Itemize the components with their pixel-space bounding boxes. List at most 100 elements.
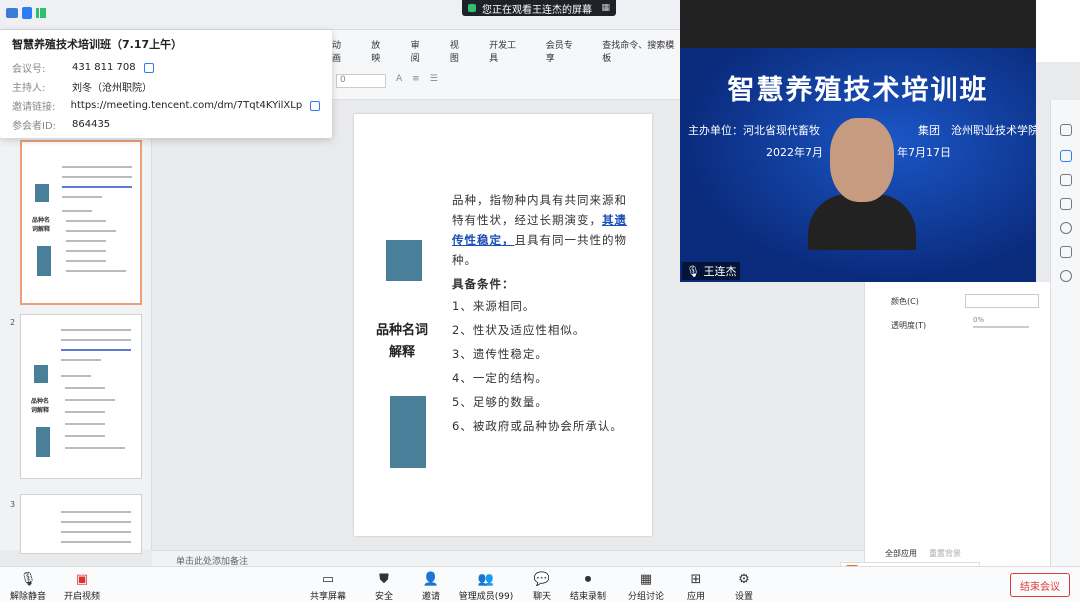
condition-item: 2、性状及适应性相似。 (452, 323, 586, 337)
ribbon-menu: 动画 放映 审阅 视图 开发工具 会员专享 查找命令、搜索模板 (332, 30, 680, 64)
thumb-line (62, 186, 132, 188)
slide-number: 2 (10, 318, 16, 327)
end-meeting-button[interactable]: 结束会议 (1010, 573, 1070, 597)
copy-icon[interactable] (143, 62, 154, 73)
menu-slideshow[interactable]: 放映 (371, 38, 388, 64)
list-icon[interactable]: ☰ (430, 74, 438, 88)
chat-label: 聊天 (532, 592, 551, 602)
wps-ribbon: 动画 放映 审阅 视图 开发工具 会员专享 查找命令、搜索模板 0 A ≡ ☰ (332, 30, 680, 100)
thumb-line (62, 210, 92, 212)
conditions-label: 具备条件： (452, 277, 515, 291)
thumb-line (66, 270, 126, 272)
mute-label: 解除静音 (9, 592, 46, 602)
members-icon: 👥 (477, 571, 495, 587)
tool-icon[interactable] (1060, 246, 1072, 258)
menu-member[interactable]: 会员专享 (546, 38, 581, 64)
add-user-icon: 👤 (422, 571, 440, 587)
thumb-line (62, 176, 132, 178)
slide-block-line (386, 281, 422, 284)
signal-icon (36, 8, 46, 18)
mute-button[interactable]: 🎙 解除静音 (0, 571, 56, 602)
location-icon[interactable] (1060, 270, 1072, 282)
color-row: 颜色(C) (891, 296, 919, 307)
video-organizer-b: 集团 沧州职业技术学院 (918, 124, 1036, 137)
members-label: 管理成员(99) (458, 592, 514, 602)
stop-recording-button[interactable]: ⏺ 结束录制 (560, 571, 616, 602)
slide-block-icon (386, 240, 422, 284)
color-label: 颜色(C) (891, 297, 919, 306)
video-label: 开启视频 (63, 592, 100, 602)
speaker-video[interactable]: 智慧养殖技术培训班 主办单位：河北省现代畜牧 集团 沧州职业技术学院 2022年7… (680, 0, 1036, 282)
manage-members-button[interactable]: 👥 管理成员(99) (456, 571, 516, 602)
thumb-line (61, 349, 131, 351)
record-icon: ⏺ (584, 571, 592, 587)
slide-thumb-2[interactable]: 品种名 词解释 (20, 314, 142, 479)
mic-off-icon: 🎙 (19, 571, 37, 587)
tool-icon[interactable] (1060, 198, 1072, 210)
menu-animation[interactable]: 动画 (332, 38, 349, 64)
thumb-line (65, 399, 115, 401)
slide-intro: 品种，指物种内具有共同来源和特有性状，经过长期演变， (452, 193, 627, 227)
share-screen-button[interactable]: ▭ 共享屏幕 (300, 571, 356, 602)
thumb-title: 品种名 词解释 (32, 217, 51, 233)
speaker-figure (808, 116, 916, 250)
condition-item: 3、遗传性稳定。 (452, 347, 548, 361)
invite-button[interactable]: 👤 邀请 (403, 571, 459, 602)
menu-developer[interactable]: 开发工具 (489, 38, 524, 64)
invite-link-row: 邀请链接: https://meeting.tencent.com/dm/7Tq… (12, 96, 320, 115)
meeting-id-row: 会议号: 431 811 708 (12, 58, 320, 77)
share-label: 共享屏幕 (309, 592, 346, 602)
thumb-block (37, 246, 51, 276)
host-row: 主持人: 刘冬（沧州职院） (12, 83, 152, 94)
reset-background-button[interactable]: 重置背景 (929, 548, 961, 559)
align-icon[interactable]: ≡ (412, 74, 420, 88)
menu-view[interactable]: 视图 (450, 38, 467, 64)
speaker-name-tag: 🎙 王连杰 (682, 262, 741, 280)
notes-area[interactable]: 单击此处添加备注 (152, 550, 864, 567)
security-label: 安全 (374, 592, 393, 602)
gear-icon: ⚙ (738, 571, 750, 587)
transparency-row: 透明度(T) (891, 320, 926, 331)
thumb-line (65, 435, 105, 437)
color-select[interactable] (965, 294, 1039, 308)
transparency-slider[interactable] (973, 326, 1029, 328)
video-button[interactable]: ▣ 开启视频 (54, 571, 110, 602)
thumb-line (66, 260, 106, 262)
breakout-button[interactable]: ▦ 分组讨论 (618, 571, 674, 602)
copy-icon[interactable] (310, 100, 320, 111)
shield-icon (22, 7, 32, 19)
video-top-bar (680, 0, 1036, 48)
video-organizer-a: 主办单位：河北省现代畜牧 (688, 124, 820, 137)
tool-icon[interactable] (1060, 174, 1072, 186)
condition-item: 1、来源相同。 (452, 299, 536, 313)
grid-icon[interactable]: ▦ (601, 3, 610, 13)
apply-all-button[interactable]: 全部应用 (885, 548, 917, 559)
font-size-select[interactable]: 0 (336, 74, 386, 88)
search-command[interactable]: 查找命令、搜索模板 (602, 38, 680, 64)
slide-thumb-3[interactable] (20, 494, 142, 554)
thumb-line (61, 375, 91, 377)
slide-number: 3 (10, 500, 16, 509)
thumb-line (62, 166, 132, 168)
slide-body: 品种，指物种内具有共同来源和特有性状，经过长期演变，其遗传性稳定，且具有同一共性… (452, 190, 636, 438)
help-icon[interactable] (1060, 222, 1072, 234)
meeting-info-popup: 智慧养殖技术培训班（7.17上午） 会议号: 431 811 708 主持人: … (0, 30, 332, 138)
tab-icons[interactable] (6, 6, 46, 20)
settings-icon[interactable] (1060, 150, 1072, 162)
thumb-line (61, 521, 131, 523)
thumb-line (62, 196, 102, 198)
thumb-block (35, 184, 49, 202)
bold-icon[interactable]: A (396, 74, 402, 88)
screen-share-banner[interactable]: 您正在观看王连杰的屏幕 ▦ (462, 0, 616, 16)
meeting-title: 智慧养殖技术培训班（7.17上午） (12, 38, 183, 51)
record-label: 结束录制 (569, 592, 606, 602)
speaker-name: 王连杰 (703, 265, 737, 278)
settings-button[interactable]: ⚙ 设置 (716, 571, 772, 602)
participant-id-row: 参会者ID: 864435 (12, 119, 111, 132)
slide-thumb-1[interactable]: 品种名 词解释 (20, 140, 142, 305)
thumb-line (65, 423, 105, 425)
tool-icon[interactable] (1060, 124, 1072, 136)
menu-review[interactable]: 审阅 (411, 38, 428, 64)
thumb-line (61, 329, 131, 331)
current-slide[interactable]: 品种名词解释 品种，指物种内具有共同来源和特有性状，经过长期演变，其遗传性稳定，… (354, 114, 652, 536)
